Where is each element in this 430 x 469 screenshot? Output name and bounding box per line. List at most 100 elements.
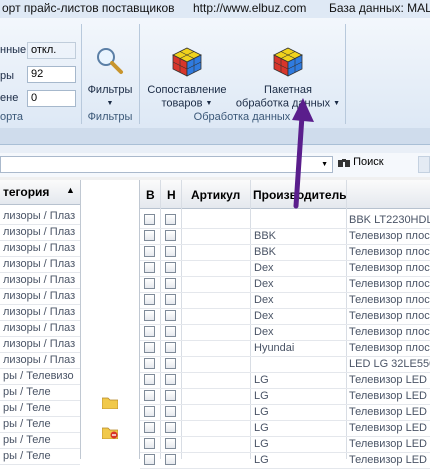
product-name-cell[interactable]: Телевизор LED L — [349, 436, 430, 452]
product-name-cell[interactable]: Телевизор LED L — [349, 372, 430, 388]
category-cell[interactable]: лизоры / Плаз — [3, 288, 79, 304]
category-cell[interactable]: лизоры / Плаз — [3, 208, 79, 224]
checkbox-n[interactable] — [165, 358, 176, 369]
checkbox-n[interactable] — [165, 342, 176, 353]
folder-column — [81, 180, 139, 459]
column-divider — [250, 180, 251, 459]
checkbox-n[interactable] — [165, 374, 176, 385]
category-cell[interactable]: ры / Теле — [3, 384, 79, 400]
database-label: База данных: MAL — [329, 1, 430, 15]
checkbox-v[interactable] — [144, 390, 155, 401]
product-name-cell[interactable]: Телевизор LED L — [349, 404, 430, 420]
manufacturer-cell[interactable]: Dex — [254, 292, 344, 308]
manufacturer-cell[interactable]: Dex — [254, 276, 344, 292]
product-name-cell[interactable]: Телевизор плос — [349, 260, 430, 276]
checkbox-v[interactable] — [144, 406, 155, 417]
manufacturer-cell[interactable]: LG — [254, 420, 344, 436]
checkbox-n[interactable] — [165, 294, 176, 305]
category-cell[interactable]: ры / Теле — [3, 416, 79, 432]
product-name-cell[interactable]: LED LG 32LE5500 — [349, 356, 430, 372]
column-header-n[interactable]: Н — [167, 188, 176, 202]
product-name-cell[interactable]: Телевизор плос — [349, 276, 430, 292]
product-name-cell[interactable]: Телевизор плос — [349, 244, 430, 260]
checkbox-n[interactable] — [165, 406, 176, 417]
checkbox-n[interactable] — [165, 246, 176, 257]
category-cell[interactable]: ры / Теле — [3, 432, 79, 448]
checkbox-n[interactable] — [165, 278, 176, 289]
checkbox-v[interactable] — [144, 438, 155, 449]
manufacturer-cell[interactable] — [254, 356, 344, 372]
checkbox-v[interactable] — [144, 214, 155, 225]
category-cell[interactable]: ры / Телевизо — [3, 368, 79, 384]
manufacturer-cell[interactable]: Dex — [254, 324, 344, 340]
category-cell[interactable]: лизоры / Плаз — [3, 320, 79, 336]
ribbon-row-label: ене — [0, 92, 19, 104]
folder-icon[interactable] — [101, 396, 119, 412]
checkbox-n[interactable] — [165, 422, 176, 433]
chevron-down-icon: ▼ — [321, 161, 328, 168]
chevron-down-icon: ▼ — [205, 100, 213, 107]
checkbox-v[interactable] — [144, 262, 155, 273]
checkbox-n[interactable] — [165, 438, 176, 449]
category-cell[interactable]: ры / Теле — [3, 448, 79, 464]
category-cell[interactable]: лизоры / Плаз — [3, 240, 79, 256]
folder-delete-icon[interactable] — [101, 426, 119, 442]
manufacturer-cell[interactable] — [254, 212, 344, 228]
checkbox-v[interactable] — [144, 326, 155, 337]
product-name-cell[interactable]: Телевизор плос — [349, 324, 430, 340]
category-cell[interactable]: лизоры / Плаз — [3, 272, 79, 288]
checkbox-v[interactable] — [144, 310, 155, 321]
filters-button[interactable]: Фильтры ▼ — [84, 46, 136, 110]
manufacturer-cell[interactable]: Dex — [254, 308, 344, 324]
manufacturer-cell[interactable]: BBK — [254, 244, 344, 260]
checkbox-n[interactable] — [165, 214, 176, 225]
manufacturer-cell[interactable]: LG — [254, 404, 344, 420]
manufacturer-cell[interactable]: LG — [254, 388, 344, 404]
product-name-cell[interactable]: Телевизор плос — [349, 292, 430, 308]
checkbox-n[interactable] — [165, 262, 176, 273]
checkbox-n[interactable] — [165, 230, 176, 241]
compare-products-button[interactable]: Сопоставление товаров ▼ — [142, 46, 232, 110]
count-field[interactable]: 92 — [27, 66, 76, 83]
checkbox-v[interactable] — [144, 246, 155, 257]
toolbar-overflow[interactable] — [418, 156, 430, 173]
checkbox-v[interactable] — [144, 374, 155, 385]
manufacturer-cell[interactable]: LG — [254, 436, 344, 452]
checkbox-v[interactable] — [144, 422, 155, 433]
category-cell[interactable]: лизоры / Плаз — [3, 224, 79, 240]
checkbox-v[interactable] — [144, 230, 155, 241]
checkbox-n[interactable] — [165, 390, 176, 401]
product-name-cell[interactable]: Телевизор плос — [349, 308, 430, 324]
category-header[interactable]: тегория ▲ — [0, 180, 80, 205]
zero-field[interactable]: 0 — [27, 90, 76, 107]
checkbox-v[interactable] — [144, 454, 155, 465]
checkbox-v[interactable] — [144, 278, 155, 289]
checkbox-v[interactable] — [144, 342, 155, 353]
product-name-cell[interactable]: Телевизор LED L — [349, 452, 430, 468]
checkbox-n[interactable] — [165, 326, 176, 337]
product-name-cell[interactable]: Телевизор LED L — [349, 420, 430, 436]
manufacturer-cell[interactable]: Hyundai — [254, 340, 344, 356]
category-cell[interactable]: лизоры / Плаз — [3, 304, 79, 320]
checkbox-n[interactable] — [165, 454, 176, 465]
manufacturer-cell[interactable]: BBK — [254, 228, 344, 244]
category-cell[interactable]: лизоры / Плаз — [3, 336, 79, 352]
column-header-article[interactable]: Артикул — [191, 188, 240, 202]
ribbon-bottom-bar — [0, 128, 430, 145]
category-cell[interactable]: лизоры / Плаз — [3, 256, 79, 272]
checkbox-v[interactable] — [144, 294, 155, 305]
rubik-cube-icon — [171, 46, 203, 78]
category-cell[interactable]: ры / Теле — [3, 400, 79, 416]
checkbox-n[interactable] — [165, 310, 176, 321]
manufacturer-cell[interactable]: LG — [254, 372, 344, 388]
search-button[interactable]: Поиск — [338, 156, 396, 173]
manufacturer-cell[interactable]: LG — [254, 452, 344, 468]
product-name-cell[interactable]: Телевизор плос — [349, 340, 430, 356]
checkbox-v[interactable] — [144, 358, 155, 369]
product-name-cell[interactable]: Телевизор LED L — [349, 388, 430, 404]
product-name-cell[interactable]: Телевизор плос — [349, 228, 430, 244]
category-cell[interactable]: лизоры / Плаз — [3, 352, 79, 368]
product-name-cell[interactable]: BBK LT2230HDL — [349, 212, 430, 228]
column-header-v[interactable]: В — [146, 188, 155, 202]
manufacturer-cell[interactable]: Dex — [254, 260, 344, 276]
